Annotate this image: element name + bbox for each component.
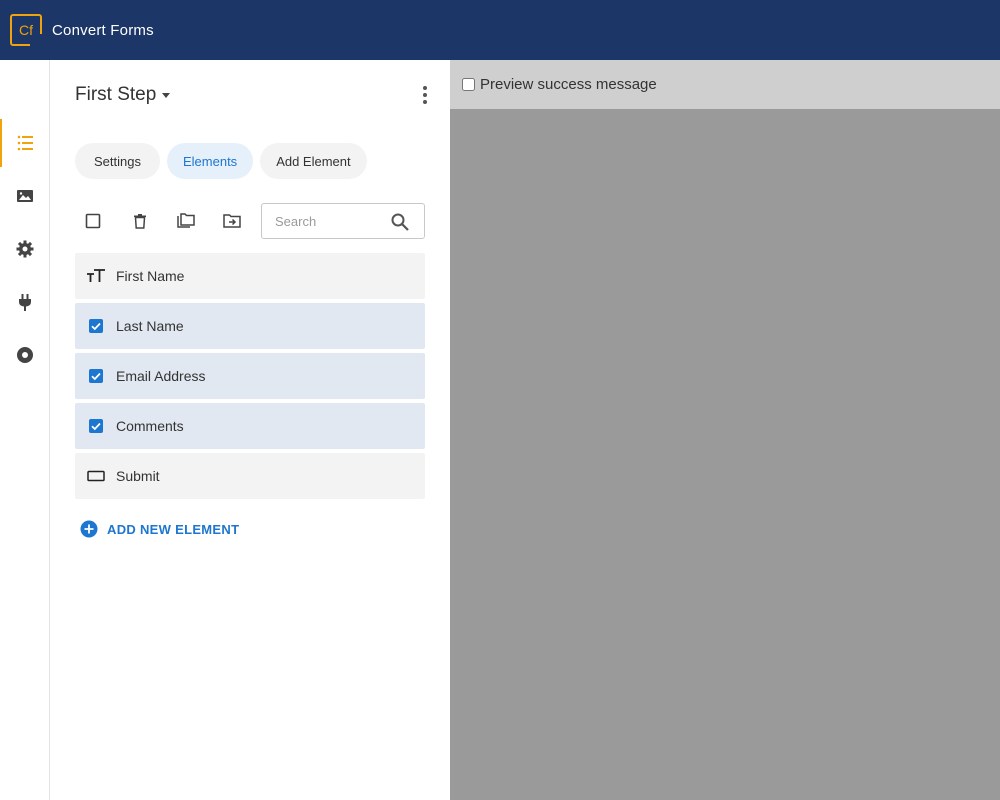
- trash-icon: [134, 214, 146, 229]
- search-icon[interactable]: [390, 212, 410, 232]
- rail-item-behavior[interactable]: [0, 331, 50, 379]
- gear-icon: [16, 240, 34, 258]
- rail-item-integrations[interactable]: [0, 278, 50, 326]
- plus-circle-icon: [80, 520, 98, 538]
- element-label: Email Address: [116, 368, 206, 384]
- rail-item-settings[interactable]: [0, 225, 50, 273]
- element-email-address[interactable]: Email Address: [75, 353, 425, 399]
- delete-button[interactable]: [130, 211, 150, 231]
- image-icon: [17, 190, 33, 202]
- element-label: First Name: [116, 268, 185, 284]
- checkbox-empty-icon: [85, 213, 101, 229]
- add-new-element-button[interactable]: ADD NEW ELEMENT: [80, 520, 239, 538]
- element-submit[interactable]: Submit: [75, 453, 425, 499]
- select-all-button[interactable]: [83, 211, 103, 231]
- search-box: [261, 203, 425, 239]
- more-options-icon[interactable]: [416, 84, 434, 106]
- folder-move-icon: [223, 214, 241, 228]
- checkbox-checked-icon[interactable]: [86, 366, 106, 386]
- add-new-element-label: ADD NEW ELEMENT: [107, 521, 240, 537]
- text-icon: [86, 266, 106, 286]
- step-title: First Step: [75, 84, 157, 105]
- copy-icon: [177, 213, 195, 228]
- panel-tabs: Settings Elements Add Element: [75, 143, 367, 179]
- element-label: Comments: [116, 418, 184, 434]
- search-input[interactable]: [275, 204, 385, 238]
- elements-toolbar: [75, 203, 425, 239]
- tab-add-element[interactable]: Add Element: [260, 143, 367, 179]
- move-to-folder-button[interactable]: [222, 211, 242, 231]
- elements-panel: First Step Settings Elements Add Element: [50, 60, 450, 800]
- duplicate-button[interactable]: [176, 211, 196, 231]
- app-logo[interactable]: Cf: [10, 14, 42, 46]
- top-bar: Cf Convert Forms: [0, 0, 1000, 60]
- element-label: Last Name: [116, 318, 184, 334]
- app-title: Convert Forms: [52, 21, 154, 39]
- tab-elements[interactable]: Elements: [166, 143, 254, 179]
- checkbox-checked-icon[interactable]: [86, 316, 106, 336]
- form-preview: Preview success message: [450, 60, 1000, 800]
- tab-settings[interactable]: Settings: [75, 143, 160, 179]
- button-icon: [86, 466, 106, 486]
- caret-down-icon: [162, 92, 171, 98]
- record-icon: [17, 347, 33, 363]
- list-icon: [17, 135, 33, 151]
- rail-item-elements[interactable]: [0, 119, 50, 167]
- logo-text: Cf: [19, 22, 33, 38]
- element-comments[interactable]: Comments: [75, 403, 425, 449]
- step-selector[interactable]: First Step: [75, 84, 171, 106]
- icon-rail: [0, 60, 50, 800]
- checkbox-checked-icon[interactable]: [86, 416, 106, 436]
- element-label: Submit: [116, 468, 160, 484]
- element-last-name[interactable]: Last Name: [75, 303, 425, 349]
- preview-success-checkbox[interactable]: [462, 78, 475, 91]
- preview-toolbar: Preview success message: [450, 60, 1000, 109]
- plug-icon: [19, 294, 31, 311]
- elements-list: First Name Last Name Email Address Comme…: [75, 253, 425, 503]
- preview-success-label[interactable]: Preview success message: [480, 76, 657, 93]
- element-first-name[interactable]: First Name: [75, 253, 425, 299]
- rail-item-media[interactable]: [0, 172, 50, 220]
